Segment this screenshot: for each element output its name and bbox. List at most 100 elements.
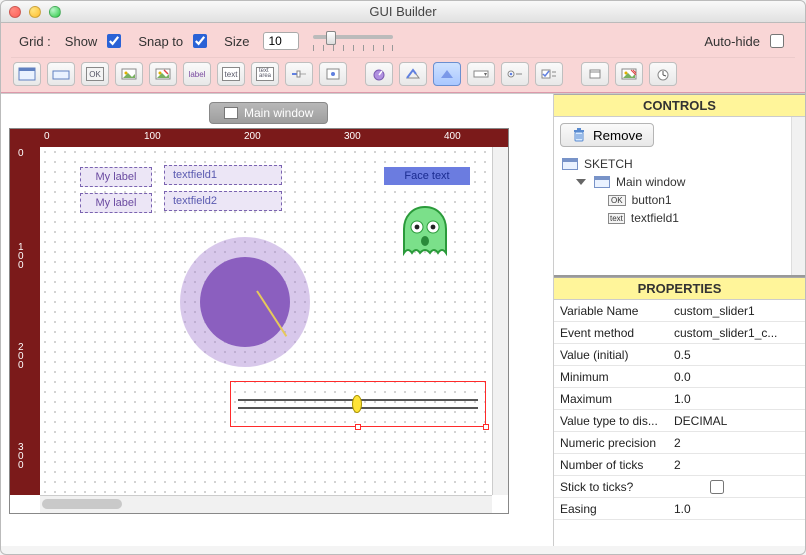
zoom-icon[interactable]: [49, 6, 61, 18]
property-value[interactable]: 0.0: [670, 370, 805, 384]
minimize-icon[interactable]: [29, 6, 41, 18]
window-icon: [224, 107, 238, 119]
tree-textfield1-label: textfield1: [631, 211, 679, 225]
main-window-tab[interactable]: Main window: [209, 102, 328, 124]
design-area[interactable]: My label My label textfield1 textfield2 …: [40, 147, 492, 495]
tool-image-icon[interactable]: [615, 62, 643, 86]
property-value[interactable]: custom_slider1_c...: [670, 326, 805, 340]
resize-handle-bm[interactable]: [355, 424, 361, 430]
controls-panel-header: CONTROLS: [554, 94, 805, 117]
property-value[interactable]: 1.0: [670, 502, 805, 516]
component-toolbar: OK label text textarea: [11, 57, 795, 88]
close-icon[interactable]: [9, 6, 21, 18]
tool-timer-icon[interactable]: [581, 62, 609, 86]
tool-droplist-icon[interactable]: [467, 62, 495, 86]
tool-slider-icon[interactable]: [285, 62, 313, 86]
tool-textfield-icon[interactable]: text: [217, 62, 245, 86]
tool-img-toggle-icon[interactable]: [149, 62, 177, 86]
property-row[interactable]: Event methodcustom_slider1_c...: [554, 322, 805, 344]
controls-scrollbar[interactable]: [791, 117, 805, 275]
canvas-knob[interactable]: [180, 237, 310, 367]
tool-stick-icon[interactable]: [433, 62, 461, 86]
canvas-hscroll-thumb[interactable]: [42, 499, 122, 509]
tool-progress-icon[interactable]: [399, 62, 427, 86]
canvas-hscrollbar[interactable]: [40, 495, 492, 513]
property-key: Easing: [554, 502, 670, 516]
properties-panel: Variable Namecustom_slider1Event methodc…: [554, 300, 805, 546]
show-grid-input[interactable]: [107, 34, 121, 48]
property-row[interactable]: Number of ticks2: [554, 454, 805, 476]
canvas-label-1[interactable]: My label: [80, 167, 152, 187]
property-row[interactable]: Numeric precision2: [554, 432, 805, 454]
snap-grid-label: Snap to: [138, 34, 183, 49]
tool-label-icon[interactable]: label: [183, 62, 211, 86]
tool-slider2d-icon[interactable]: [319, 62, 347, 86]
property-row[interactable]: Easing1.0: [554, 498, 805, 520]
grid-label: Grid :: [19, 34, 51, 49]
property-key: Value (initial): [554, 348, 670, 362]
grid-size-slider[interactable]: [313, 31, 393, 51]
resize-handle-br[interactable]: [483, 424, 489, 430]
tool-textarea-icon[interactable]: textarea: [251, 62, 279, 86]
canvas-textfield-2[interactable]: textfield2: [164, 191, 282, 211]
canvas-pane: Main window 0 100 200 300 400 0 100 200 …: [1, 94, 553, 546]
tool-window-icon[interactable]: [13, 62, 41, 86]
autohide-input[interactable]: [770, 34, 784, 48]
property-row[interactable]: Minimum0.0: [554, 366, 805, 388]
canvas-label-2[interactable]: My label: [80, 193, 152, 213]
trash-icon: [571, 127, 587, 143]
content-area: Main window 0 100 200 300 400 0 100 200 …: [1, 93, 805, 546]
property-row[interactable]: Stick to ticks?: [554, 476, 805, 498]
canvas-textfield-1[interactable]: textfield1: [164, 165, 282, 185]
tool-checkbox-icon[interactable]: [535, 62, 563, 86]
property-value[interactable]: custom_slider1: [670, 304, 805, 318]
canvas-vscrollbar[interactable]: [492, 147, 508, 495]
tree-row-mainwindow[interactable]: Main window: [562, 173, 799, 191]
show-grid-checkbox[interactable]: Show: [65, 31, 125, 51]
tool-option-icon[interactable]: [501, 62, 529, 86]
ruler-h-0: 0: [44, 131, 50, 142]
property-key: Event method: [554, 326, 670, 340]
tool-panel-icon[interactable]: [47, 62, 75, 86]
tool-button-icon[interactable]: OK: [81, 62, 109, 86]
tree-row-sketch[interactable]: SKETCH: [562, 155, 799, 173]
snap-grid-input[interactable]: [193, 34, 207, 48]
ruler-v-300: 300: [18, 443, 24, 470]
canvas-ghost-sprite[interactable]: [398, 203, 452, 263]
autohide-label: Auto-hide: [704, 34, 760, 49]
property-value[interactable]: DECIMAL: [670, 414, 805, 428]
knob-inner: [200, 257, 290, 347]
tree-mainwindow-label: Main window: [616, 175, 685, 189]
snap-grid-checkbox[interactable]: Snap to: [138, 31, 210, 51]
canvas-face-button[interactable]: Face text: [384, 167, 470, 185]
window-icon: [594, 176, 610, 188]
property-value[interactable]: 1.0: [670, 392, 805, 406]
property-row[interactable]: Value type to dis...DECIMAL: [554, 410, 805, 432]
right-column: CONTROLS Remove SKETCH Main win: [553, 94, 805, 546]
autohide-checkbox[interactable]: Auto-hide: [704, 31, 787, 51]
tool-image-button-icon[interactable]: [115, 62, 143, 86]
main-window-tab-label: Main window: [244, 106, 313, 120]
textfield-icon: text: [608, 213, 625, 224]
property-row[interactable]: Value (initial)0.5: [554, 344, 805, 366]
remove-button-label: Remove: [593, 128, 643, 143]
property-key: Number of ticks: [554, 458, 670, 472]
property-value[interactable]: 2: [670, 458, 805, 472]
tool-knob-icon[interactable]: [365, 62, 393, 86]
tree-row-textfield1[interactable]: text textfield1: [562, 209, 799, 227]
grid-size-input[interactable]: [263, 32, 299, 50]
property-row[interactable]: Maximum1.0: [554, 388, 805, 410]
custom-slider-thumb[interactable]: [352, 395, 362, 413]
tree-row-button1[interactable]: OK button1: [562, 191, 799, 209]
property-value[interactable]: [670, 477, 805, 497]
remove-button[interactable]: Remove: [560, 123, 654, 147]
ruler-h-300: 300: [344, 131, 361, 142]
property-value[interactable]: 2: [670, 436, 805, 450]
tool-clock-icon[interactable]: [649, 62, 677, 86]
chevron-down-icon[interactable]: [576, 179, 586, 185]
property-checkbox[interactable]: [710, 480, 724, 494]
property-row[interactable]: Variable Namecustom_slider1: [554, 300, 805, 322]
property-value[interactable]: 0.5: [670, 348, 805, 362]
window-title: GUI Builder: [1, 4, 805, 19]
canvas-frame: 0 100 200 300 400 0 100 200 300 My label…: [9, 128, 509, 514]
